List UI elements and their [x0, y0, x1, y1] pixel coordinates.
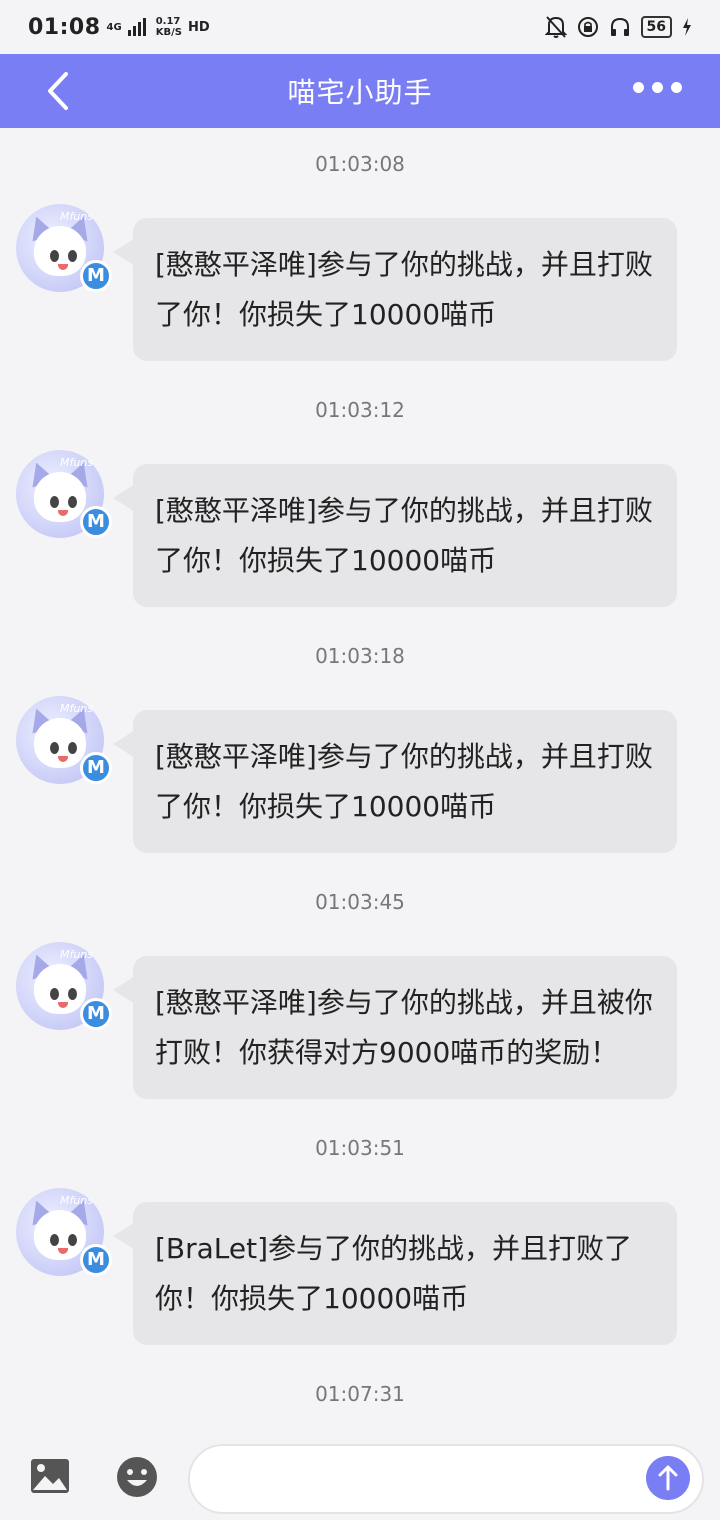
battery-level: 56 [640, 16, 672, 38]
message-timestamp: 01:03:51 [315, 1136, 405, 1160]
chat-title: 喵宅小助手 [287, 76, 433, 109]
headphones-icon [610, 17, 629, 36]
avatar[interactable]: Mfuns M [16, 450, 112, 538]
avatar-eye [68, 1234, 77, 1246]
message-timestamp: 01:07:31 [315, 1382, 405, 1406]
avatar-brand-text: Mfuns [60, 1194, 94, 1207]
avatar-brand-text: Mfuns [60, 210, 94, 223]
status-right: 56 [544, 15, 692, 39]
avatar-eye [68, 496, 77, 508]
verified-badge-icon: M [80, 260, 112, 292]
back-chevron-icon[interactable] [40, 70, 80, 112]
more-dot [633, 82, 644, 93]
avatar-eye [50, 1234, 59, 1246]
avatar[interactable]: Mfuns M [16, 1188, 112, 1276]
chat-header: 喵宅小助手 [0, 54, 720, 128]
avatar-brand-text: Mfuns [60, 702, 94, 715]
message-bubble[interactable]: [憨憨平泽唯]参与了你的挑战，并且被你打败！你获得对方9000喵币的奖励！ [113, 956, 677, 1099]
lock-circle-icon [577, 17, 598, 37]
status-time: 01:08 [28, 14, 101, 40]
signal-icon [127, 18, 146, 36]
message-item: 01:03:12 Mfuns M [憨憨平泽唯]参与了你的挑战，并且打败了你！你… [0, 374, 720, 607]
input-bar [0, 1438, 720, 1520]
avatar-eye [50, 742, 59, 754]
message-bubble[interactable]: [憨憨平泽唯]参与了你的挑战，并且打败了你！你损失了10000喵币 [113, 464, 677, 607]
more-dot [652, 82, 663, 93]
verified-badge-icon: M [80, 1244, 112, 1276]
message-timestamp: 01:03:18 [315, 644, 405, 668]
send-arrow-icon[interactable] [646, 1456, 690, 1500]
message-item: 01:03:18 Mfuns M [憨憨平泽唯]参与了你的挑战，并且打败了你！你… [0, 620, 720, 853]
message-list[interactable]: 01:03:08 Mfuns M [憨憨平泽唯]参与了你的挑战，并且打败了你！你… [0, 128, 720, 1438]
image-icon[interactable] [30, 1458, 70, 1494]
status-left: 01:08 4G 0.17 KB/S HD [28, 15, 210, 40]
avatar-eye [50, 496, 59, 508]
net-speed-value: 0.17 [155, 16, 181, 27]
avatar[interactable]: Mfuns M [16, 204, 112, 292]
avatar-eye [50, 250, 59, 262]
message-item: 01:03:51 Mfuns M [BraLet]参与了你的挑战，并且打败了你！… [0, 1112, 720, 1345]
message-bubble[interactable]: [憨憨平泽唯]参与了你的挑战，并且打败了你！你损失了10000喵币 [113, 710, 677, 853]
more-dot [671, 82, 682, 93]
emoji-icon[interactable] [116, 1456, 158, 1498]
verified-badge-icon: M [80, 752, 112, 784]
avatar[interactable]: Mfuns M [16, 942, 112, 1030]
net-speed-unit: KB/S [155, 27, 182, 38]
status-bar: 01:08 4G 0.17 KB/S HD 56 [0, 0, 720, 54]
message-timestamp: 01:03:12 [315, 398, 405, 422]
avatar-brand-text: Mfuns [60, 456, 94, 469]
avatar-eye [68, 988, 77, 1000]
verified-badge-icon: M [80, 998, 112, 1030]
message-bubble[interactable]: [BraLet]参与了你的挑战，并且打败了你！你损失了10000喵币 [113, 1202, 677, 1345]
avatar-brand-text: Mfuns [60, 948, 94, 961]
message-input[interactable] [188, 1444, 704, 1514]
charging-bolt-icon [683, 18, 691, 36]
message-item: 01:03:45 Mfuns M [憨憨平泽唯]参与了你的挑战，并且被你打败！你… [0, 866, 720, 1099]
net-speed: 0.17 KB/S [156, 16, 182, 38]
avatar[interactable]: Mfuns M [16, 696, 112, 784]
mute-bell-icon [544, 16, 567, 38]
more-options-icon[interactable] [633, 82, 682, 93]
avatar-eye [50, 988, 59, 1000]
message-timestamp: 01:03:45 [315, 890, 405, 914]
message-timestamp: 01:03:08 [315, 152, 405, 176]
network-type: 4G [106, 21, 122, 33]
message-bubble[interactable]: [憨憨平泽唯]参与了你的挑战，并且打败了你！你损失了10000喵币 [113, 218, 677, 361]
hd-indicator: HD [187, 19, 210, 35]
verified-badge-icon: M [80, 506, 112, 538]
avatar-eye [68, 742, 77, 754]
avatar-eye [68, 250, 77, 262]
message-item: 01:03:08 Mfuns M [憨憨平泽唯]参与了你的挑战，并且打败了你！你… [0, 128, 720, 361]
